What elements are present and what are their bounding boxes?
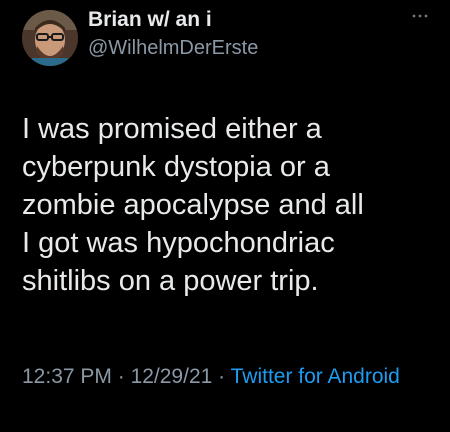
tweet-time[interactable]: 12:37 PM xyxy=(22,365,112,388)
meta-separator: · xyxy=(212,365,231,388)
profile-photo-icon xyxy=(22,10,78,66)
author-names: Brian w/ an i @WilhelmDerErste xyxy=(88,6,258,62)
tweet-header: Brian w/ an i @WilhelmDerErste xyxy=(22,6,432,66)
tweet-date[interactable]: 12/29/21 xyxy=(131,365,213,388)
display-name[interactable]: Brian w/ an i xyxy=(88,6,258,34)
more-options-button[interactable] xyxy=(408,8,432,24)
author-handle[interactable]: @WilhelmDerErste xyxy=(88,34,258,62)
tweet-source-link[interactable]: Twitter for Android xyxy=(231,365,400,388)
tweet-metadata: 12:37 PM · 12/29/21 · Twitter for Androi… xyxy=(22,360,442,394)
tweet-text: I was promised either a cyberpunk dystop… xyxy=(22,113,364,297)
more-horizontal-icon xyxy=(412,14,428,18)
tweet: Brian w/ an i @WilhelmDerErste I was pro… xyxy=(0,0,450,432)
meta-separator: · xyxy=(111,365,131,388)
avatar[interactable] xyxy=(22,10,78,66)
